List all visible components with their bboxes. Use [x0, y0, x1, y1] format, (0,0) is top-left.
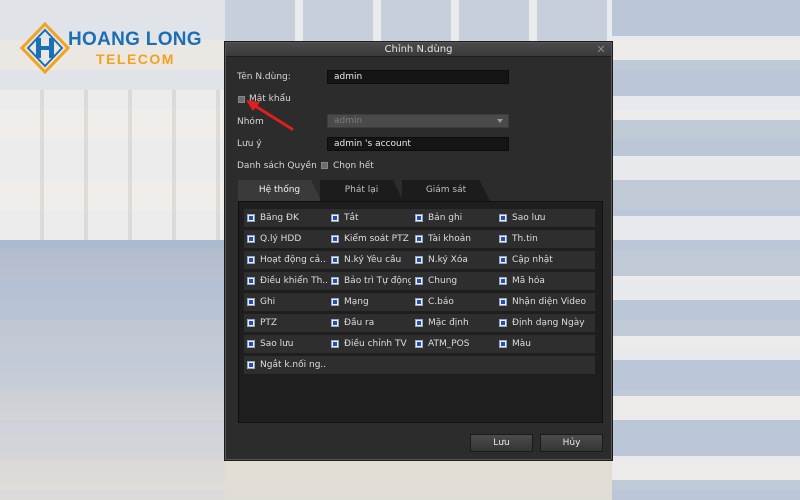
tab-monitor[interactable]: Giám sát — [402, 180, 490, 201]
permission-list-label: Danh sách Quyền — [237, 161, 317, 171]
dialog-title-bar: Chỉnh N.dùng ✕ — [226, 43, 611, 57]
checked-checkbox-icon — [247, 361, 255, 369]
tab-system[interactable]: Hệ thống — [238, 180, 321, 201]
permission-item[interactable]: Nhận diện Video — [499, 293, 594, 311]
permission-item[interactable]: N.ký Xóa — [415, 251, 495, 269]
brand-subname: TELECOM — [96, 51, 175, 67]
tab-system-label: Hệ thống — [258, 185, 301, 195]
checked-checkbox-icon — [415, 277, 423, 285]
checked-checkbox-icon — [415, 319, 423, 327]
permission-item[interactable]: Chung — [415, 272, 495, 290]
permission-item[interactable]: Ghi — [247, 293, 327, 311]
permission-item[interactable]: Kiểm soát PTZ — [331, 230, 411, 248]
checked-checkbox-icon — [331, 319, 339, 327]
permission-item[interactable]: Tắt — [331, 209, 411, 227]
tab-monitor-label: Giám sát — [425, 185, 467, 195]
save-button[interactable]: Lưu — [470, 434, 533, 452]
permission-item[interactable]: Mặc định — [415, 314, 495, 332]
checked-checkbox-icon — [247, 340, 255, 348]
password-label: Mật khẩu — [249, 94, 291, 104]
permission-item[interactable]: Sao lưu — [247, 335, 327, 353]
username-label: Tên N.dùng: — [237, 72, 291, 82]
hoang-long-logo-icon — [20, 22, 70, 74]
checked-checkbox-icon — [499, 214, 507, 222]
brand-logo: HOANG LONG TELECOM — [20, 22, 202, 74]
checked-checkbox-icon — [331, 214, 339, 222]
checked-checkbox-icon — [331, 298, 339, 306]
checked-checkbox-icon — [247, 256, 255, 264]
checked-checkbox-icon — [415, 214, 423, 222]
checked-checkbox-icon — [499, 256, 507, 264]
checked-checkbox-icon — [331, 235, 339, 243]
note-label: Lưu ý — [237, 139, 262, 149]
checked-checkbox-icon — [247, 319, 255, 327]
checked-checkbox-icon — [415, 235, 423, 243]
checked-checkbox-icon — [499, 340, 507, 348]
permission-item[interactable]: Mã hóa — [499, 272, 594, 290]
note-input[interactable]: admin 's account — [327, 137, 509, 151]
permission-item[interactable]: ATM_POS — [415, 335, 495, 353]
brand-name: HOANG LONG — [68, 29, 202, 50]
checked-checkbox-icon — [499, 298, 507, 306]
permission-item[interactable]: Mạng — [331, 293, 411, 311]
permission-item[interactable]: N.ký Yêu cầu — [331, 251, 411, 269]
permission-item[interactable]: Tài khoản — [415, 230, 495, 248]
permission-item[interactable]: Cập nhật — [499, 251, 594, 269]
background-shelf-left-lower — [0, 240, 225, 500]
permission-item[interactable]: Q.lý HDD — [247, 230, 327, 248]
checked-checkbox-icon — [499, 277, 507, 285]
checked-checkbox-icon — [247, 214, 255, 222]
permission-item[interactable]: Băng ĐK — [247, 209, 327, 227]
permission-item[interactable]: Sao lưu — [499, 209, 594, 227]
close-icon[interactable]: ✕ — [595, 43, 607, 56]
cancel-button[interactable]: Hủy — [540, 434, 603, 452]
permission-item[interactable]: Điều khiển Th... — [247, 272, 327, 290]
permission-item[interactable]: Bảo trì Tự động — [331, 272, 411, 290]
permission-item[interactable]: Định dạng Ngày — [499, 314, 594, 332]
select-all-checkbox[interactable] — [321, 162, 328, 169]
background-floor — [225, 455, 612, 500]
checked-checkbox-icon — [247, 235, 255, 243]
tab-playback[interactable]: Phát lại — [320, 180, 403, 201]
permission-item[interactable]: Bản ghi — [415, 209, 495, 227]
checked-checkbox-icon — [331, 277, 339, 285]
checked-checkbox-icon — [331, 340, 339, 348]
checked-checkbox-icon — [331, 256, 339, 264]
checked-checkbox-icon — [499, 235, 507, 243]
permission-item[interactable]: C.báo — [415, 293, 495, 311]
permission-item[interactable]: Màu — [499, 335, 594, 353]
username-input[interactable]: admin — [327, 70, 509, 84]
group-label: Nhóm — [237, 117, 264, 127]
background-shelf-right — [612, 0, 800, 500]
checked-checkbox-icon — [415, 298, 423, 306]
checked-checkbox-icon — [415, 256, 423, 264]
permission-item[interactable]: Đầu ra — [331, 314, 411, 332]
tab-playback-label: Phát lại — [344, 185, 379, 195]
permission-item[interactable]: Ngắt k.nối ng... — [247, 356, 327, 374]
password-checkbox[interactable] — [238, 96, 245, 103]
chevron-down-icon — [497, 119, 503, 123]
background-shelf-top — [225, 0, 612, 42]
group-select: admin — [327, 114, 509, 128]
checked-checkbox-icon — [247, 298, 255, 306]
permission-item[interactable]: Điều chỉnh TV — [331, 335, 411, 353]
permission-item[interactable]: Hoạt động cả... — [247, 251, 327, 269]
permission-item[interactable]: Th.tin — [499, 230, 594, 248]
dialog-title: Chỉnh N.dùng — [384, 44, 453, 55]
checked-checkbox-icon — [415, 340, 423, 348]
checked-checkbox-icon — [247, 277, 255, 285]
group-select-value: admin — [334, 116, 363, 126]
select-all-label: Chọn hết — [333, 161, 374, 171]
checked-checkbox-icon — [499, 319, 507, 327]
permission-item[interactable]: PTZ — [247, 314, 327, 332]
background-shelf-left-upper — [0, 90, 225, 240]
